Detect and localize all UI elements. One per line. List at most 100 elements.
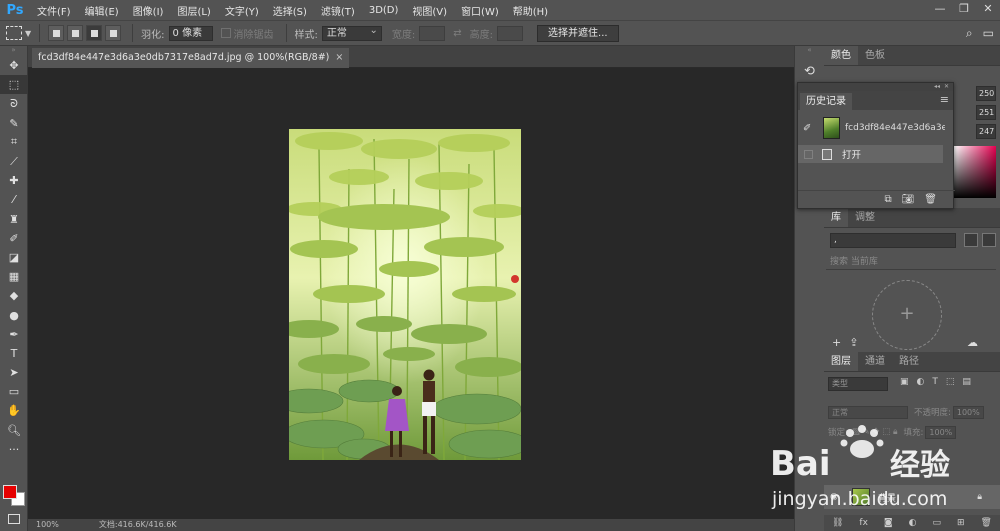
chevron-down-icon[interactable]: ▼ — [25, 29, 31, 38]
zoom-tool-icon[interactable]: 🔍︎ — [0, 421, 28, 440]
menu-window[interactable]: 窗口(W) — [454, 3, 506, 18]
snapshot-name: fcd3df84e447e3d6a3e0... — [845, 123, 945, 133]
foreground-color-swatch[interactable] — [3, 485, 17, 499]
minimize-button[interactable]: — — [928, 0, 952, 20]
menu-layer[interactable]: 图层(L) — [170, 3, 217, 18]
opacity-input[interactable]: 100% — [952, 405, 984, 419]
color-value-b[interactable]: 247 — [976, 124, 996, 139]
history-panel-titlebar[interactable]: ◂◂ ✕ — [798, 83, 953, 91]
tab-layers[interactable]: 图层 — [824, 352, 858, 371]
color-swatches[interactable] — [3, 482, 27, 508]
tab-swatches[interactable]: 色板 — [858, 46, 892, 65]
rectangular-marquee-tool-icon[interactable]: ⬚ — [0, 75, 28, 95]
dodge-tool-icon[interactable]: ● — [0, 305, 28, 324]
history-brush-tool-icon[interactable]: ✐ — [0, 229, 28, 248]
close-window-button[interactable]: ✕ — [976, 0, 1000, 20]
clone-stamp-tool-icon[interactable]: ♜ — [0, 210, 28, 229]
path-selection-tool-icon[interactable]: ➤ — [0, 363, 28, 382]
marquee-preset-icon[interactable] — [6, 26, 22, 40]
eraser-tool-icon[interactable]: ◪ — [0, 248, 28, 267]
pen-tool-icon[interactable]: ✒ — [0, 325, 28, 344]
add-icon[interactable]: + — [832, 336, 841, 349]
zoom-level[interactable]: 100% — [36, 519, 59, 531]
menu-file[interactable]: 文件(F) — [30, 3, 78, 18]
tab-channels[interactable]: 通道 — [858, 352, 892, 371]
width-input[interactable] — [419, 25, 446, 41]
quick-selection-tool-icon[interactable]: ✎ — [0, 114, 28, 133]
new-document-from-state-icon[interactable]: ⧉ — [884, 194, 891, 205]
blend-mode-select[interactable]: 正常 — [828, 405, 908, 419]
add-selection-button[interactable] — [67, 25, 84, 41]
blend-row: 正常 不透明度: 100% — [828, 404, 998, 420]
collapse-icon[interactable]: ◂◂ — [934, 83, 940, 91]
style-select[interactable]: 正常 — [321, 24, 382, 41]
select-and-mask-button[interactable]: 选择并遮住... — [537, 24, 619, 42]
gradient-tool-icon[interactable]: ▦ — [0, 267, 28, 286]
search-icon[interactable]: ⌕ — [966, 26, 973, 41]
color-value-r[interactable]: 250 — [976, 86, 996, 101]
library-select[interactable]: , — [830, 233, 956, 248]
tab-color[interactable]: 颜色 — [824, 46, 858, 65]
crop-tool-icon[interactable]: ⌗ — [0, 133, 28, 152]
document-image — [289, 129, 521, 460]
menu-select[interactable]: 选择(S) — [266, 3, 314, 18]
antialias-checkbox[interactable] — [220, 28, 231, 38]
history-snapshot[interactable]: ✐ fcd3df84e447e3d6a3e0... — [798, 116, 955, 140]
library-search-input[interactable]: 搜索 当前库 — [826, 254, 996, 270]
menu-filter[interactable]: 滤镜(T) — [314, 3, 362, 18]
eyedropper-tool-icon[interactable]: ⟋ — [0, 152, 28, 171]
history-brush-source-icon[interactable]: ✐ — [803, 123, 817, 134]
shape-filter-icon[interactable]: ⬚ — [946, 377, 955, 387]
hand-tool-icon[interactable]: ✋ — [0, 401, 28, 420]
restore-button[interactable]: ❐ — [952, 0, 976, 20]
tab-paths[interactable]: 路径 — [892, 352, 926, 371]
height-input[interactable] — [497, 25, 524, 41]
delete-state-icon[interactable]: 🗑︎ — [924, 194, 937, 205]
panel-menu-icon[interactable]: ≡ — [940, 93, 949, 106]
history-panel-icon[interactable]: ⟲ — [801, 64, 819, 82]
feather-input[interactable]: 0 像素 — [168, 25, 213, 41]
camera-icon[interactable]: 📷︎ — [902, 194, 915, 205]
lasso-tool-icon[interactable]: ᘐ — [0, 94, 28, 113]
type-filter-icon[interactable]: T — [932, 377, 938, 387]
healing-brush-tool-icon[interactable]: ✚ — [0, 171, 28, 190]
pixel-filter-icon[interactable]: ▣ — [900, 377, 909, 387]
tab-history[interactable]: 历史记录 — [800, 93, 852, 110]
grid-view-icon[interactable] — [964, 233, 978, 247]
new-selection-button[interactable] — [48, 25, 65, 41]
menu-view[interactable]: 视图(V) — [405, 3, 454, 18]
menu-help[interactable]: 帮助(H) — [506, 3, 555, 18]
document-info[interactable]: 文档:416.6K/416.6K — [99, 519, 177, 531]
close-tab-icon[interactable]: × — [335, 52, 343, 63]
upload-icon[interactable]: ⇪ — [849, 336, 858, 349]
type-tool-icon[interactable]: T — [0, 344, 28, 363]
blur-tool-icon[interactable]: ◆ — [0, 286, 28, 305]
canvas-area[interactable] — [28, 68, 794, 519]
document-tab[interactable]: fcd3df84e447e3d6a3e0db7317e8ad7d.jpg @ 1… — [32, 48, 350, 68]
smart-filter-icon[interactable]: ▤ — [962, 377, 971, 387]
quick-mask-icon[interactable] — [8, 514, 20, 524]
swap-icon[interactable]: ⇄ — [453, 28, 461, 39]
color-spectrum[interactable] — [954, 146, 996, 198]
layer-filter-select[interactable]: 类型 — [828, 377, 888, 391]
history-step-open[interactable]: 打开 — [798, 145, 943, 163]
rectangle-tool-icon[interactable]: ▭ — [0, 382, 28, 401]
brush-tool-icon[interactable]: ⁄ — [0, 190, 28, 209]
menu-type[interactable]: 文字(Y) — [218, 3, 266, 18]
history-source-checkbox[interactable] — [804, 149, 813, 159]
menu-image[interactable]: 图像(I) — [126, 3, 171, 18]
close-panel-icon[interactable]: ✕ — [944, 83, 949, 91]
menu-edit[interactable]: 编辑(E) — [78, 3, 126, 18]
adjustment-filter-icon[interactable]: ◐ — [917, 377, 925, 387]
cloud-icon[interactable]: ☁ — [967, 336, 978, 349]
edit-toolbar-icon[interactable]: ··· — [0, 440, 28, 459]
tab-libraries[interactable]: 库 — [824, 208, 848, 227]
workspace-icon[interactable]: ▭ — [983, 26, 994, 41]
move-tool-icon[interactable]: ✥ — [0, 56, 28, 75]
tab-adjustments[interactable]: 调整 — [848, 208, 882, 227]
list-view-icon[interactable] — [982, 233, 996, 247]
color-value-g[interactable]: 251 — [976, 105, 996, 120]
subtract-selection-button[interactable] — [86, 25, 103, 41]
intersect-selection-button[interactable] — [105, 25, 122, 41]
menu-3d[interactable]: 3D(D) — [362, 5, 406, 16]
